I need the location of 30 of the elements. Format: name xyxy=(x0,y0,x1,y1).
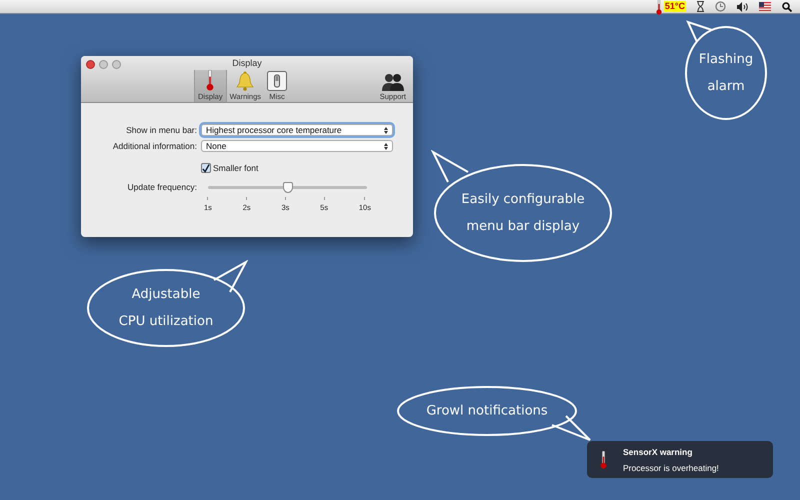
bubble-text: Easily configurable menu bar display xyxy=(460,191,586,236)
bell-icon xyxy=(236,71,254,91)
temperature-reading[interactable]: 51°C xyxy=(664,1,686,12)
speaker-icon[interactable] xyxy=(737,2,748,12)
stepper-arrows-icon xyxy=(384,126,388,134)
close-button[interactable] xyxy=(86,60,95,69)
field-label: Additional information: xyxy=(112,141,198,151)
checkbox-label[interactable]: Smaller font xyxy=(213,163,258,173)
thermometer-icon xyxy=(600,450,607,468)
window-title: Display xyxy=(232,57,262,68)
search-icon[interactable] xyxy=(782,2,792,12)
people-icon xyxy=(382,73,404,91)
bubble-text: Growl notifications xyxy=(426,402,548,420)
popup-menu[interactable]: None xyxy=(201,140,393,152)
switch-icon xyxy=(267,71,287,91)
clock-icon[interactable] xyxy=(715,1,726,12)
thermometer-icon xyxy=(656,0,662,14)
slider-thumb[interactable] xyxy=(282,182,292,193)
popup-menu[interactable]: Highest processor core temperature xyxy=(201,124,393,136)
bubble-text: Adjustable CPU utilization xyxy=(118,286,214,331)
checkbox[interactable] xyxy=(201,163,211,173)
notification-message: Processor is overheating! xyxy=(623,462,719,472)
stepper-arrows-icon xyxy=(384,142,388,150)
field-label: Show in menu bar: xyxy=(125,125,198,135)
hourglass-icon[interactable] xyxy=(697,1,704,12)
thermometer-icon xyxy=(206,70,214,91)
flag-icon[interactable] xyxy=(759,2,771,11)
bubble-text: Flashing alarm xyxy=(698,51,754,96)
slider-label: Update frequency: xyxy=(126,182,198,194)
notification-title: SensorX warning xyxy=(623,446,694,456)
